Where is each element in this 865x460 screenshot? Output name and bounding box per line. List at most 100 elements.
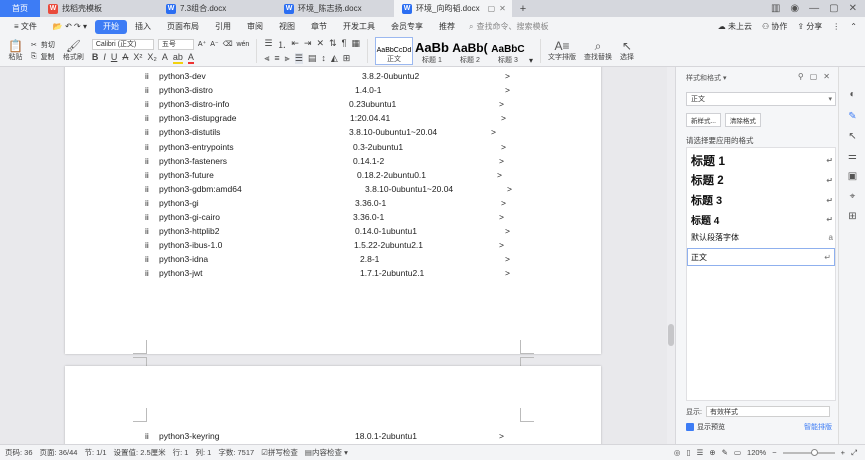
menu-references[interactable]: 引用 — [207, 20, 239, 34]
style-item-h2[interactable]: 标题 2 ↵ — [691, 172, 833, 188]
redo-icon[interactable]: ↷ — [74, 22, 81, 31]
select-button[interactable]: ↖ 选择 — [616, 36, 638, 66]
zoom-level[interactable]: 120% — [747, 448, 766, 457]
show-marks-icon[interactable]: ¶ — [342, 38, 347, 51]
layout-icon[interactable]: ▥ — [771, 3, 780, 14]
style-normal[interactable]: AaBbCcDd 正文 — [374, 37, 413, 65]
font-name-select[interactable]: Calibri (正文) — [91, 38, 154, 50]
style-item-default-font[interactable]: 默认段落字体 a — [691, 232, 833, 243]
tab-doc-1[interactable]: W 7.3组合.docx — [158, 0, 276, 17]
chevron-down-icon[interactable]: ▾ — [83, 22, 87, 31]
reading-mode-icon[interactable]: ▭ — [734, 448, 741, 457]
tab-doc-3[interactable]: W 环境_向昀韬.docx ▢ ✕ — [394, 0, 512, 17]
bullet-list-icon[interactable]: ☰ — [264, 38, 272, 51]
eye-protection-icon[interactable]: ◎ — [674, 448, 681, 457]
menu-devtools[interactable]: 开发工具 — [335, 20, 383, 34]
panel-restore-icon[interactable]: ▢ — [810, 72, 818, 81]
show-preview-checkbox[interactable]: 显示预览 — [686, 422, 725, 432]
shrink-font-icon[interactable]: A⁻ — [210, 40, 218, 48]
layout-grid-icon[interactable]: ⊞ — [847, 211, 858, 222]
avatar[interactable]: ◉ — [790, 3, 799, 14]
menu-chapter[interactable]: 章节 — [303, 20, 335, 34]
menu-member[interactable]: 会员专享 — [383, 20, 431, 34]
grow-font-icon[interactable]: A⁺ — [198, 40, 206, 48]
document-area[interactable]: ii python3-dev 3.8.2-0ubuntu2 > ii python3-di… — [0, 67, 667, 444]
show-filter-select[interactable]: 有效样式 — [705, 406, 830, 417]
subscript-icon[interactable]: X₂ — [147, 52, 157, 64]
text-effect-icon[interactable]: A — [162, 52, 168, 64]
menu-review[interactable]: 审阅 — [239, 20, 271, 34]
style-heading-1[interactable]: AaBb 标题 1 — [413, 37, 451, 65]
zoom-slider-knob[interactable] — [810, 448, 818, 456]
document-page[interactable]: ii python3-keyring 18.0.1-2ubuntu1 > — [65, 366, 601, 444]
underline-icon[interactable]: U — [111, 52, 118, 64]
zoom-slider[interactable] — [782, 448, 835, 456]
chinese-layout-icon[interactable]: ✕ — [317, 38, 325, 51]
command-search[interactable]: ⌕ 查找命令、搜索模板 — [469, 21, 548, 32]
paste-button[interactable]: 📋 粘贴 — [4, 36, 27, 66]
new-tab-button[interactable]: + — [512, 0, 534, 17]
style-heading-3[interactable]: AaBbC 标题 3 — [489, 37, 527, 65]
font-color-icon[interactable]: A — [187, 52, 194, 64]
borders-icon[interactable]: ⊞ — [343, 53, 351, 64]
close-icon[interactable]: ✕ — [499, 4, 506, 13]
spell-check-toggle[interactable]: ☑拼写检查 — [261, 447, 298, 458]
fit-page-icon[interactable]: ⤢ — [851, 448, 857, 458]
scrollbar-thumb[interactable] — [668, 324, 674, 346]
location-icon[interactable]: ⌖ — [847, 191, 858, 202]
close-window-icon[interactable]: ✕ — [849, 3, 857, 14]
panel-close-icon[interactable]: ✕ — [823, 72, 830, 81]
clear-format-button[interactable]: 清除格式 — [724, 113, 761, 127]
menu-file[interactable]: ≡ 文件 — [6, 20, 45, 34]
maximize-icon[interactable]: ▢ — [829, 3, 838, 14]
font-size-select[interactable]: 五号 — [157, 38, 194, 50]
content-check-button[interactable]: ▤内容检查 ▾ — [305, 447, 348, 458]
quick-access-toolbar[interactable]: 📂 ↶ ↷ ▾ — [45, 20, 95, 34]
collapse-icon[interactable]: ⌃ — [850, 22, 857, 31]
style-gallery-more-icon[interactable]: ▾ — [529, 56, 533, 65]
align-left-icon[interactable]: ⫷ — [264, 53, 269, 64]
style-item-normal[interactable]: 正文 ↵ — [687, 248, 835, 266]
vertical-scrollbar[interactable] — [667, 67, 675, 444]
cut-button[interactable]: ✂ 剪切 — [31, 40, 55, 50]
smart-layout-link[interactable]: 智能排版 — [804, 422, 832, 432]
border-icon[interactable]: ▦ — [351, 38, 360, 51]
menu-layout[interactable]: 页面布局 — [159, 20, 207, 34]
page-view-icon[interactable]: ▯ — [686, 448, 690, 457]
copy-button[interactable]: ⎘ 复制 — [31, 52, 55, 62]
clear-format-icon[interactable]: ⌫ — [223, 40, 233, 48]
new-style-button[interactable]: 新样式... — [686, 113, 721, 127]
zoom-out-icon[interactable]: − — [772, 448, 776, 457]
style-heading-2[interactable]: AaBb( 标题 2 — [451, 37, 489, 65]
style-item-h4[interactable]: 标题 4 ↵ — [691, 212, 833, 227]
style-item-h1[interactable]: 标题 1 ↵ — [691, 152, 833, 169]
zoom-in-icon[interactable]: + — [841, 448, 845, 457]
more-icon[interactable]: ⋮ — [832, 22, 840, 31]
current-style-select[interactable]: 正文 ▾ — [686, 92, 836, 106]
tab-template-store[interactable]: W 找稻壳模板 — [40, 0, 158, 17]
write-mode-icon[interactable]: ✎ — [722, 448, 728, 457]
shading-icon[interactable]: ◭ — [331, 53, 338, 64]
distributed-icon[interactable]: ▤ — [308, 53, 317, 64]
menu-insert[interactable]: 插入 — [127, 20, 159, 34]
find-replace-button[interactable]: ⌕ 查找替换 — [580, 36, 616, 66]
format-painter-button[interactable]: 🖌 格式刷 — [59, 36, 88, 66]
strikethrough-icon[interactable]: A — [122, 52, 128, 64]
align-right-icon[interactable]: ⫸ — [285, 53, 290, 64]
status-word-count[interactable]: 字数: 7517 — [218, 447, 254, 458]
italic-icon[interactable]: I — [103, 52, 106, 64]
tab-doc-2[interactable]: W 环境_陈志扬.docx — [276, 0, 394, 17]
cursor-select-icon[interactable]: ↖ — [847, 131, 858, 142]
sort-icon[interactable]: ⇅ — [329, 38, 337, 51]
line-spacing-icon[interactable]: ↕ — [321, 53, 326, 64]
pin-icon[interactable]: ⚲ — [798, 72, 804, 81]
outdent-icon[interactable]: ⇤ — [291, 38, 299, 51]
minimize-icon[interactable]: — — [809, 3, 819, 14]
undo-icon[interactable]: ↶ — [65, 22, 72, 31]
superscript-icon[interactable]: X² — [133, 52, 142, 64]
outline-view-icon[interactable]: ☰ — [697, 448, 704, 457]
image-icon[interactable]: ▣ — [847, 171, 858, 182]
bold-icon[interactable]: B — [92, 52, 99, 64]
tab-home[interactable]: 首页 — [0, 0, 40, 17]
pinyin-icon[interactable]: wén — [236, 41, 249, 48]
